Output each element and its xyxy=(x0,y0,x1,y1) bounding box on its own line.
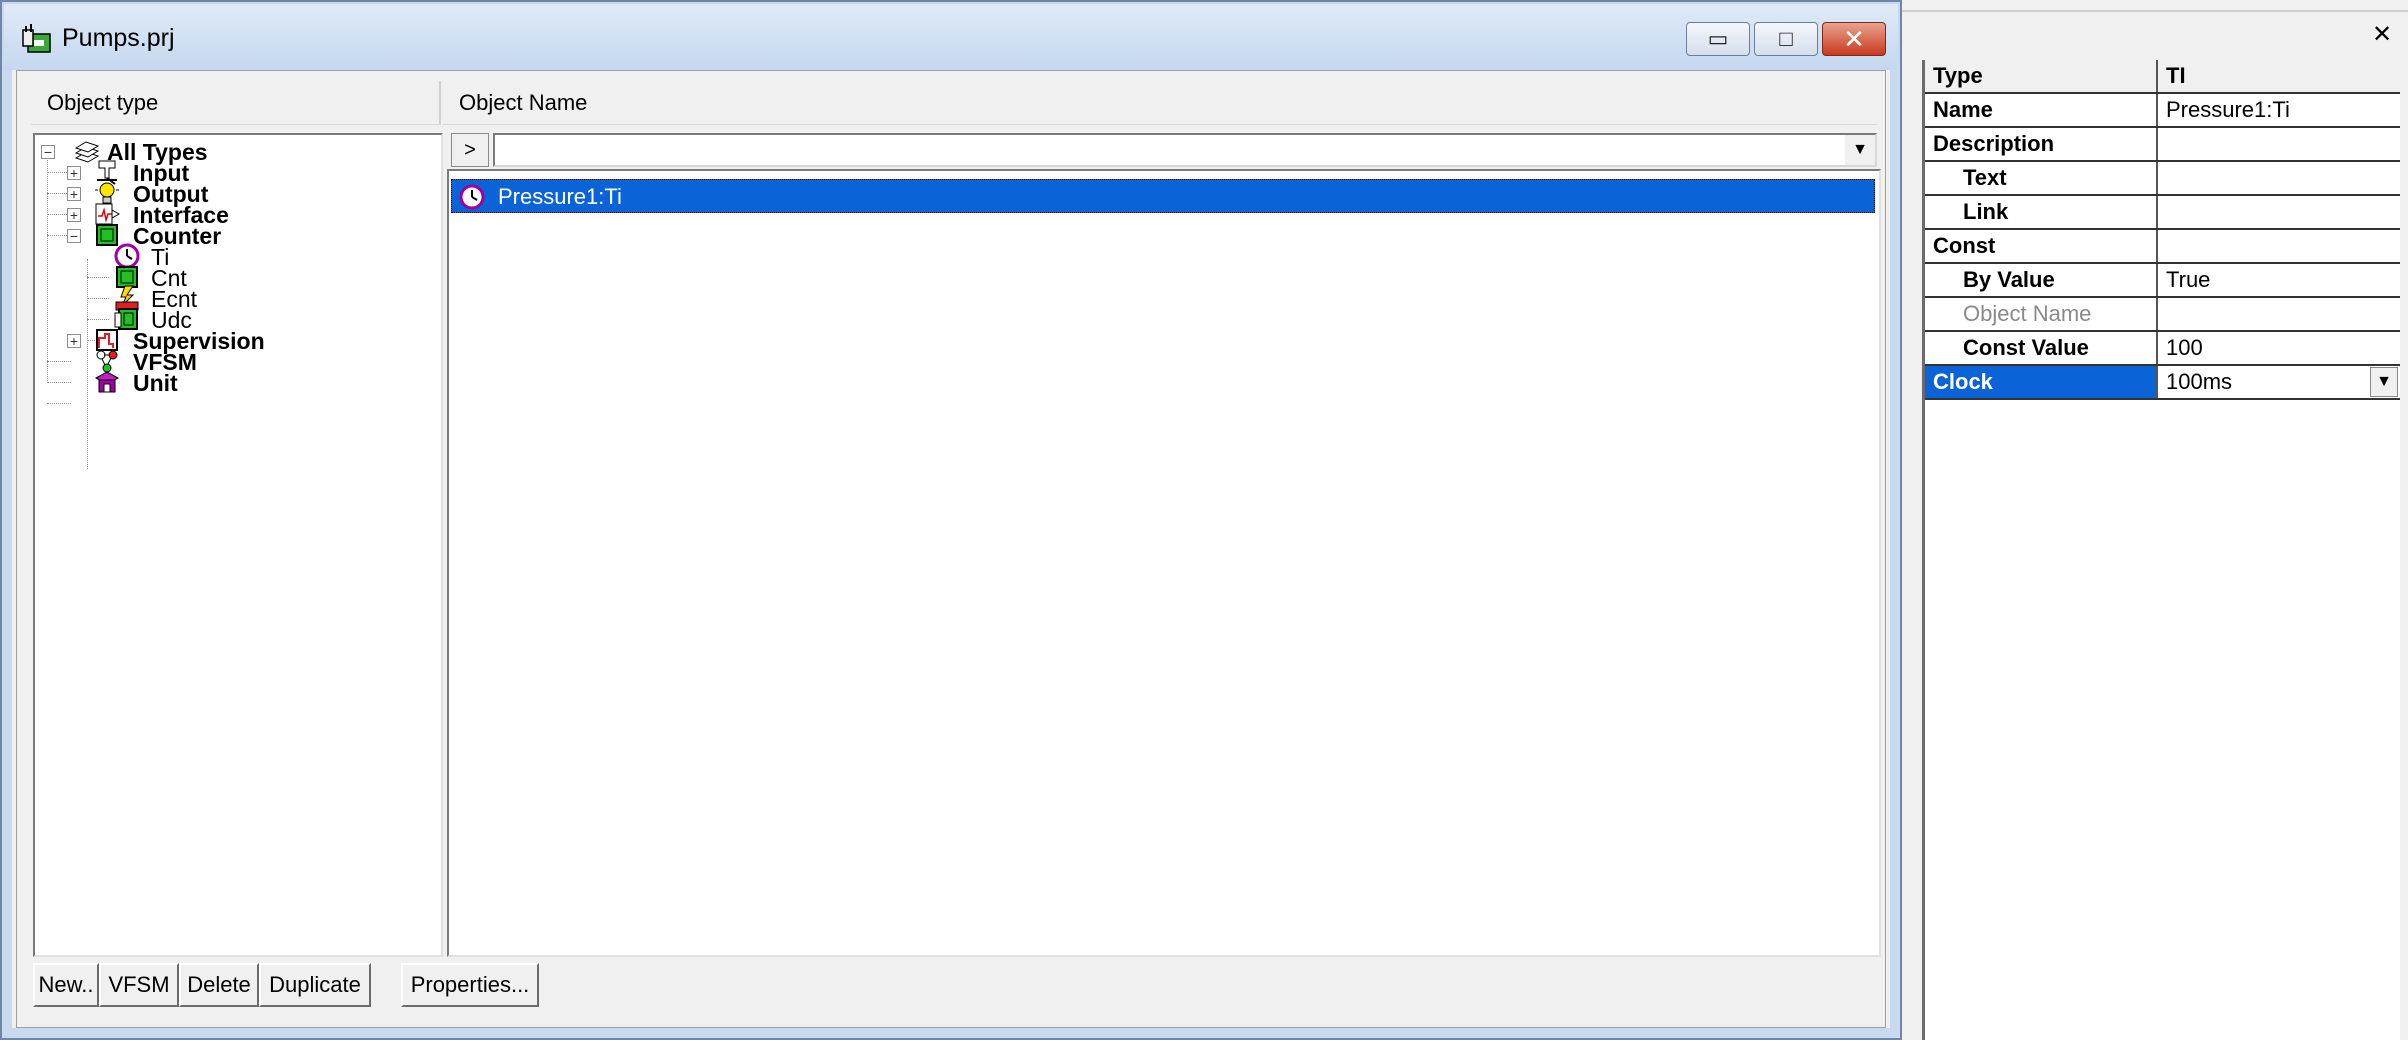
property-key: Text xyxy=(1925,162,2158,194)
property-value: TI xyxy=(2166,63,2186,88)
filter-apply-button[interactable]: > xyxy=(451,133,489,167)
property-value[interactable]: Pressure1:Ti xyxy=(2158,94,2400,126)
object-type-header[interactable]: Object type xyxy=(31,81,441,125)
duplicate-button[interactable]: Duplicate xyxy=(259,963,371,1007)
tree-line xyxy=(47,403,71,404)
close-icon[interactable]: ✕ xyxy=(2368,22,2396,48)
property-row-text[interactable]: Text xyxy=(1925,162,2400,196)
clock-icon xyxy=(459,184,485,210)
chevron-down-icon[interactable]: ▼ xyxy=(1845,135,1875,165)
property-row-link[interactable]: Link xyxy=(1925,196,2400,230)
object-name-header[interactable]: Object Name xyxy=(443,81,1877,125)
property-key: Object Name xyxy=(1925,298,2158,330)
object-type-tree[interactable]: − All Types + Input + Output + Interface… xyxy=(33,133,443,957)
tree-item-label: Unit xyxy=(133,370,178,396)
property-row-const-value[interactable]: Const Value 100 xyxy=(1925,332,2400,366)
property-key: Const xyxy=(1925,230,2158,262)
project-window: Pumps.prj ▭ □ ✕ Object type Object Name … xyxy=(0,0,1902,1040)
property-value[interactable] xyxy=(2158,230,2400,262)
unit-icon xyxy=(94,371,120,393)
project-app-icon xyxy=(22,24,51,53)
window-title: Pumps.prj xyxy=(62,24,175,52)
list-item-pressure1-ti[interactable]: Pressure1:Ti xyxy=(451,179,1875,213)
property-key: Const Value xyxy=(1925,332,2158,364)
object-name-filter-combo[interactable]: ▼ xyxy=(493,133,1877,167)
expand-icon[interactable]: + xyxy=(67,334,81,348)
vfsm-button[interactable]: VFSM xyxy=(99,963,179,1007)
property-key: By Value xyxy=(1925,264,2158,296)
panel-border xyxy=(1902,10,2408,12)
properties-button[interactable]: Properties... xyxy=(401,963,539,1007)
clock-select[interactable]: 100ms ▼ xyxy=(2158,366,2400,398)
property-key: Clock xyxy=(1925,366,2158,398)
title-bar[interactable]: Pumps.prj ▭ □ ✕ xyxy=(4,4,1898,70)
close-button[interactable]: ✕ xyxy=(1822,22,1886,56)
expand-icon[interactable]: + xyxy=(67,166,81,180)
property-value[interactable] xyxy=(2158,298,2400,330)
collapse-icon[interactable]: − xyxy=(67,229,81,243)
tree-item-unit[interactable]: Unit xyxy=(35,368,435,398)
collapse-icon[interactable]: − xyxy=(41,145,55,159)
new-button[interactable]: New.. xyxy=(33,963,99,1007)
property-row-name[interactable]: Name Pressure1:Ti xyxy=(1925,94,2400,128)
close-icon: ✕ xyxy=(1843,24,1865,54)
property-row-description[interactable]: Description xyxy=(1925,128,2400,162)
property-row-type[interactable]: Type TI xyxy=(1925,60,2400,94)
property-key: Description xyxy=(1925,128,2158,160)
property-row-clock[interactable]: Clock 100ms ▼ xyxy=(1925,366,2400,400)
minimize-icon: ▭ xyxy=(1707,26,1729,51)
property-value[interactable] xyxy=(2158,162,2400,194)
maximize-button[interactable]: □ xyxy=(1754,22,1818,56)
delete-button[interactable]: Delete xyxy=(179,963,259,1007)
expand-icon[interactable]: + xyxy=(67,187,81,201)
property-grid: Type TI Name Pressure1:Ti Description Te… xyxy=(1922,60,2400,1040)
property-value[interactable]: 100 xyxy=(2158,332,2400,364)
expand-icon[interactable]: + xyxy=(67,208,81,222)
maximize-icon: □ xyxy=(1779,26,1793,51)
property-value: 100ms xyxy=(2166,369,2233,394)
property-row-object-name[interactable]: Object Name xyxy=(1925,298,2400,332)
property-row-by-value[interactable]: By Value True xyxy=(1925,264,2400,298)
list-item-label: Pressure1:Ti xyxy=(498,184,622,209)
minimize-button[interactable]: ▭ xyxy=(1686,22,1750,56)
property-value[interactable] xyxy=(2158,128,2400,160)
chevron-down-icon[interactable]: ▼ xyxy=(2370,367,2398,397)
object-name-list[interactable]: Pressure1:Ti xyxy=(447,169,1881,957)
property-row-const[interactable]: Const xyxy=(1925,230,2400,264)
property-value[interactable]: True xyxy=(2158,264,2400,296)
properties-panel: ✕ Type TI Name Pressure1:Ti Description … xyxy=(1902,0,2408,1040)
property-value[interactable] xyxy=(2158,196,2400,228)
property-key: Type xyxy=(1925,60,2158,92)
property-key: Link xyxy=(1925,196,2158,228)
window-client-area: Object type Object Name − All Types + In… xyxy=(16,70,1886,1028)
property-key: Name xyxy=(1925,94,2158,126)
